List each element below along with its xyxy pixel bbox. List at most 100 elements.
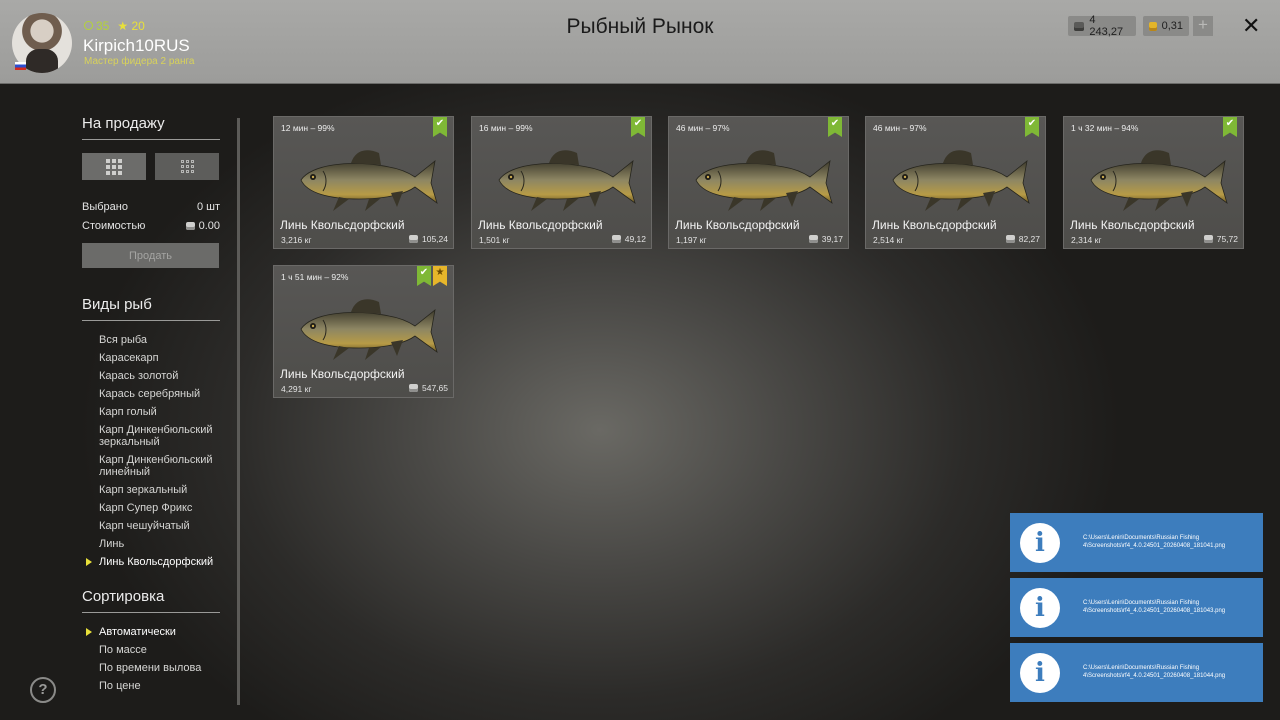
sort-list: Автоматически По массе По времени вылова… <box>82 626 220 692</box>
tench-fish-image <box>881 135 1031 215</box>
fish-card[interactable]: 46 мин – 97% ✔ Линь Квольсдорфский 2,514… <box>865 116 1046 249</box>
fish-price: 75,72 <box>1203 234 1238 244</box>
species-item-selected[interactable]: Линь Квольсдорфский <box>82 556 220 568</box>
info-icon-box: i <box>1010 513 1070 572</box>
sort-option[interactable]: По массе <box>82 644 220 656</box>
gold-coin-icon <box>1149 21 1157 31</box>
divider <box>82 612 220 613</box>
sidebar-divider <box>237 118 240 705</box>
species-item[interactable]: Карась золотой <box>82 370 220 382</box>
species-item[interactable]: Вся рыба <box>82 334 220 346</box>
fish-name: Линь Квольсдорфский <box>1070 218 1195 232</box>
trophy-star-icon: ★ <box>433 266 447 286</box>
notification-text: C:\Users\Lenin\Documents\Russian Fishing… <box>1083 665 1226 679</box>
fish-price-value: 105,24 <box>422 234 448 244</box>
sort-option[interactable]: По времени вылова <box>82 662 220 674</box>
silver-coin-icon <box>409 384 418 392</box>
silver-coin-icon <box>611 235 621 243</box>
fish-card[interactable]: 1 ч 32 мин – 94% ✔ Линь Квольсдорфский 2… <box>1063 116 1244 249</box>
close-icon[interactable]: ✕ <box>1242 14 1260 38</box>
help-icon[interactable]: ? <box>30 677 56 703</box>
large-grid-icon <box>106 158 122 175</box>
large-grid-view-button[interactable] <box>82 153 146 180</box>
gold-value: 0,31 <box>1161 20 1183 32</box>
info-icon: i <box>1020 587 1060 628</box>
selected-count-row: Выбрано 0 шт <box>82 197 220 216</box>
buy-gold-button[interactable]: + <box>1193 16 1213 36</box>
fish-price-value: 75,72 <box>1216 234 1238 244</box>
fish-price-value: 547,65 <box>422 383 448 393</box>
check-icon: ✔ <box>433 117 447 137</box>
catch-time: 46 мин – 97% <box>676 123 730 133</box>
catch-time: 46 мин – 97% <box>873 123 927 133</box>
species-item[interactable]: Карасекарп <box>82 352 220 364</box>
notification-text: C:\Users\Lenin\Documents\Russian Fishing… <box>1083 535 1226 549</box>
species-item[interactable]: Линь <box>82 538 220 550</box>
species-item[interactable]: Карп чешуйчатый <box>82 520 220 532</box>
species-item[interactable]: Карп Динкенбюльский зеркальный <box>82 424 220 448</box>
fish-price-value: 49,12 <box>624 234 646 244</box>
sidebar: На продажу Выбрано 0 шт Стоимостью 0.00 … <box>82 115 220 698</box>
check-icon: ✔ <box>1025 117 1039 137</box>
catch-time: 16 мин – 99% <box>479 123 533 133</box>
fish-name: Линь Квольсдорфский <box>280 218 405 232</box>
fish-weight: 1,197 кг <box>676 235 707 245</box>
species-item[interactable]: Карп зеркальный <box>82 484 220 496</box>
cost-row: Стоимостью 0.00 <box>82 216 220 235</box>
fish-name: Линь Квольсдорфский <box>478 218 603 232</box>
fish-name: Линь Квольсдорфский <box>280 367 405 381</box>
check-icon: ✔ <box>1223 117 1237 137</box>
fish-weight: 3,216 кг <box>281 235 312 245</box>
gold-balance: 0,31 <box>1143 16 1189 36</box>
catch-time: 12 мин – 99% <box>281 123 335 133</box>
small-grid-icon <box>180 160 194 173</box>
fish-card[interactable]: 46 мин – 97% ✔ Линь Квольсдорфский 1,197… <box>668 116 849 249</box>
catch-time: 1 ч 32 мин – 94% <box>1071 123 1139 133</box>
top-bar: 35 ★ 20 Kirpich10RUS Мастер фидера 2 ран… <box>0 0 1280 84</box>
screenshot-notification[interactable]: i C:\Users\Lenin\Documents\Russian Fishi… <box>1010 513 1263 572</box>
check-icon: ✔ <box>631 117 645 137</box>
silver-coin-icon <box>808 235 818 243</box>
fish-weight: 2,314 кг <box>1071 235 1102 245</box>
fish-card[interactable]: 12 мин – 99% ✔ Линь Квольсдорфский 3,216… <box>273 116 454 249</box>
divider <box>82 139 220 140</box>
silver-value: 4 243,27 <box>1089 14 1124 38</box>
sort-option[interactable]: По цене <box>82 680 220 692</box>
species-item[interactable]: Карп Динкенбюльский линейный <box>82 454 220 478</box>
check-icon: ✔ <box>417 266 431 286</box>
tench-fish-image <box>1079 135 1229 215</box>
fish-card-trophy[interactable]: 1 ч 51 мин – 92% ✔ ★ Линь Квольсдорфский… <box>273 265 454 398</box>
silver-coin-icon <box>185 221 195 230</box>
fish-weight: 1,501 кг <box>479 235 510 245</box>
fish-card[interactable]: 16 мин – 99% ✔ Линь Квольсдорфский 1,501… <box>471 116 652 249</box>
selected-value: 0 шт <box>196 200 220 213</box>
species-item[interactable]: Карп Супер Фрикс <box>82 502 220 514</box>
cost-value: 0.00 <box>198 219 220 232</box>
sell-button[interactable]: Продать <box>82 243 219 268</box>
fish-price: 547,65 <box>409 383 448 393</box>
fish-price-value: 39,17 <box>821 234 843 244</box>
notification-text: C:\Users\Lenin\Documents\Russian Fishing… <box>1083 600 1226 614</box>
tench-fish-image <box>487 135 637 215</box>
fish-price: 82,27 <box>1005 234 1040 244</box>
species-item[interactable]: Карп голый <box>82 406 220 418</box>
screenshot-notification[interactable]: i C:\Users\Lenin\Documents\Russian Fishi… <box>1010 643 1263 702</box>
species-item[interactable]: Карась серебряный <box>82 388 220 400</box>
fish-weight: 4,291 кг <box>281 384 312 394</box>
info-icon: i <box>1020 652 1060 693</box>
small-grid-view-button[interactable] <box>155 153 219 180</box>
tench-fish-image <box>684 135 834 215</box>
sort-title: Сортировка <box>82 588 165 605</box>
silver-balance: 4 243,27 <box>1068 14 1136 38</box>
selected-label: Выбрано <box>82 200 128 213</box>
tench-fish-image <box>289 284 439 364</box>
catch-time: 1 ч 51 мин – 92% <box>281 272 349 282</box>
sort-option-selected[interactable]: Автоматически <box>82 626 220 638</box>
silver-coin-icon <box>1074 21 1085 31</box>
screenshot-notification[interactable]: i C:\Users\Lenin\Documents\Russian Fishi… <box>1010 578 1263 637</box>
fish-price: 39,17 <box>808 234 843 244</box>
view-toggle <box>82 153 220 180</box>
cost-label: Стоимостью <box>82 219 146 232</box>
info-icon-box: i <box>1010 578 1070 637</box>
silver-coin-icon <box>409 235 418 243</box>
